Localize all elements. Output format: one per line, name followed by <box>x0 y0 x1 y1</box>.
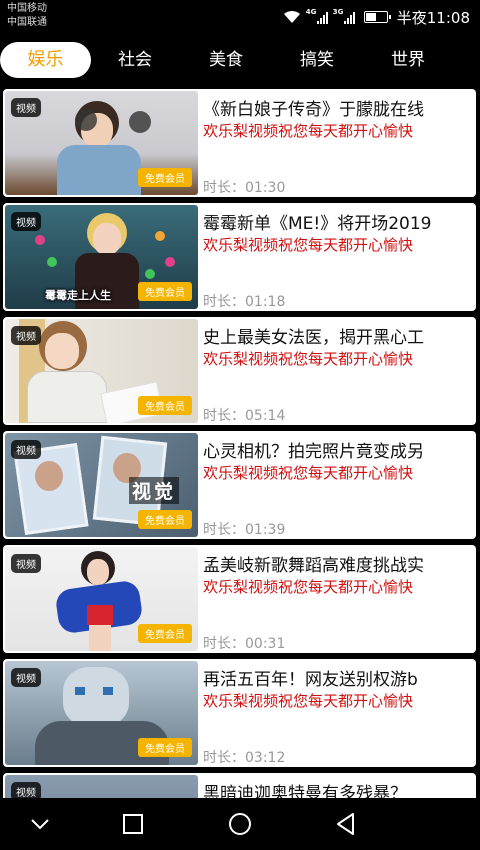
wifi-icon <box>283 10 300 23</box>
video-duration: 时长：03:12 <box>203 747 285 767</box>
duration-label: 时长： <box>203 408 245 424</box>
category-tab-bar: 娱乐 社会 美食 搞笑 世界 <box>0 34 480 86</box>
video-card[interactable]: 视频 免费会员 孟美岐新歌舞蹈高难度挑战实 欢乐梨视频祝您每天都开心愉快 时长：… <box>3 545 476 653</box>
back-triangle-icon[interactable] <box>330 808 362 840</box>
video-subtitle: 欢乐梨视频祝您每天都开心愉快 <box>203 350 414 368</box>
system-navigation-bar <box>0 798 480 850</box>
video-duration: 时长：05:14 <box>203 405 285 425</box>
signal-icon-1: 4G <box>305 8 328 24</box>
video-subtitle: 欢乐梨视频祝您每天都开心愉快 <box>203 464 414 482</box>
video-type-badge: 视频 <box>11 782 41 798</box>
video-type-badge: 视频 <box>11 554 41 573</box>
status-bar: 中国移动 中国联通 4G 3G 半夜11:08 <box>0 0 480 34</box>
video-type-badge: 视频 <box>11 440 41 459</box>
video-title[interactable]: 史上最美女法医，揭开黑心工 <box>203 323 475 348</box>
duration-value: 03:12 <box>245 750 286 766</box>
video-subtitle: 欢乐梨视频祝您每天都开心愉快 <box>203 692 414 710</box>
free-member-badge: 免费会员 <box>138 624 192 643</box>
video-type-badge: 视频 <box>11 212 41 231</box>
video-title[interactable]: 《新白娘子传奇》于朦胧在线 <box>203 95 475 120</box>
video-thumbnail[interactable]: 视频 霉霉走上人生 免费会员 <box>5 205 198 309</box>
duration-value: 05:14 <box>245 408 286 424</box>
home-circle-icon[interactable] <box>224 808 256 840</box>
video-duration: 时长：01:30 <box>203 177 285 197</box>
video-card[interactable]: 视频 视觉 免费会员 心灵相机？拍完照片竟变成另 欢乐梨视频祝您每天都开心愉快 … <box>3 431 476 539</box>
tab-society[interactable]: 社会 <box>100 42 170 78</box>
video-type-badge: 视频 <box>11 668 41 687</box>
video-thumbnail[interactable]: 视频 免费会员 <box>5 319 198 423</box>
carrier-name-secondary: 中国联通 <box>7 17 47 28</box>
duration-label: 时长： <box>203 294 245 310</box>
video-thumbnail-caption: 视觉 <box>129 477 180 504</box>
free-member-badge: 免费会员 <box>138 396 192 415</box>
video-title[interactable]: 霉霉新单《ME!》将开场2019 <box>203 209 475 234</box>
video-thumbnail[interactable]: 视频 免费会员 <box>5 91 198 195</box>
video-card[interactable]: 视频 免费会员 《新白娘子传奇》于朦胧在线 欢乐梨视频祝您每天都开心愉快 时长：… <box>3 89 476 197</box>
video-title[interactable]: 心灵相机？拍完照片竟变成另 <box>203 437 475 462</box>
free-member-badge: 免费会员 <box>138 282 192 301</box>
free-member-badge: 免费会员 <box>138 168 192 187</box>
duration-value: 01:18 <box>245 294 286 310</box>
clock: 半夜11:08 <box>396 8 470 27</box>
network-type-1: 4G <box>305 8 317 16</box>
video-type-badge: 视频 <box>11 326 41 345</box>
tab-entertainment[interactable]: 娱乐 <box>0 42 91 78</box>
duration-value: 01:30 <box>245 180 286 196</box>
duration-label: 时长： <box>203 522 245 538</box>
video-duration: 时长：00:31 <box>203 633 285 653</box>
video-subtitle: 欢乐梨视频祝您每天都开心愉快 <box>203 578 414 596</box>
video-subtitle: 欢乐梨视频祝您每天都开心愉快 <box>203 236 414 254</box>
video-card[interactable]: 视频 霉霉走上人生 免费会员 霉霉新单《ME!》将开场2019 欢乐梨视频祝您每… <box>3 203 476 311</box>
video-thumbnail-caption: 霉霉走上人生 <box>45 289 111 302</box>
tab-funny[interactable]: 搞笑 <box>282 42 352 78</box>
duration-label: 时长： <box>203 636 245 652</box>
chevron-down-icon[interactable] <box>24 808 56 840</box>
video-type-badge: 视频 <box>11 98 41 117</box>
video-thumbnail[interactable]: 视频 视觉 免费会员 <box>5 433 198 537</box>
video-title[interactable]: 再活五百年！网友送别权游b <box>203 665 475 690</box>
video-duration: 时长：01:39 <box>203 519 285 539</box>
tab-food[interactable]: 美食 <box>191 42 261 78</box>
video-subtitle: 欢乐梨视频祝您每天都开心愉快 <box>203 122 414 140</box>
video-feed-list[interactable]: 视频 免费会员 《新白娘子传奇》于朦胧在线 欢乐梨视频祝您每天都开心愉快 时长：… <box>0 86 480 798</box>
video-title[interactable]: 孟美岐新歌舞蹈高难度挑战实 <box>203 551 475 576</box>
recent-square-icon[interactable] <box>117 808 149 840</box>
video-card[interactable]: 视频 免费会员 史上最美女法医，揭开黑心工 欢乐梨视频祝您每天都开心愉快 时长：… <box>3 317 476 425</box>
duration-label: 时长： <box>203 750 245 766</box>
status-indicators: 4G 3G 半夜11:08 <box>283 6 470 28</box>
signal-icon-2: 3G <box>332 8 355 24</box>
duration-value: 01:39 <box>245 522 286 538</box>
battery-icon <box>363 11 391 23</box>
video-thumbnail[interactable]: 视频 免费会员 <box>5 661 198 765</box>
network-type-2: 3G <box>332 8 344 16</box>
free-member-badge: 免费会员 <box>138 510 192 529</box>
free-member-badge: 免费会员 <box>138 738 192 757</box>
video-card[interactable]: 视频 免费会员 再活五百年！网友送别权游b 欢乐梨视频祝您每天都开心愉快 时长：… <box>3 659 476 767</box>
video-card[interactable]: 视频 黑暗迪迦奥特曼有多残暴？ <box>3 773 476 798</box>
duration-label: 时长： <box>203 180 245 196</box>
video-thumbnail[interactable]: 视频 <box>5 775 198 798</box>
video-title[interactable]: 黑暗迪迦奥特曼有多残暴？ <box>203 779 475 798</box>
tab-world[interactable]: 世界 <box>373 42 443 78</box>
duration-value: 00:31 <box>245 636 286 652</box>
video-thumbnail[interactable]: 视频 免费会员 <box>5 547 198 651</box>
video-duration: 时长：01:18 <box>203 291 285 311</box>
carrier-name-primary: 中国移动 <box>7 3 47 14</box>
